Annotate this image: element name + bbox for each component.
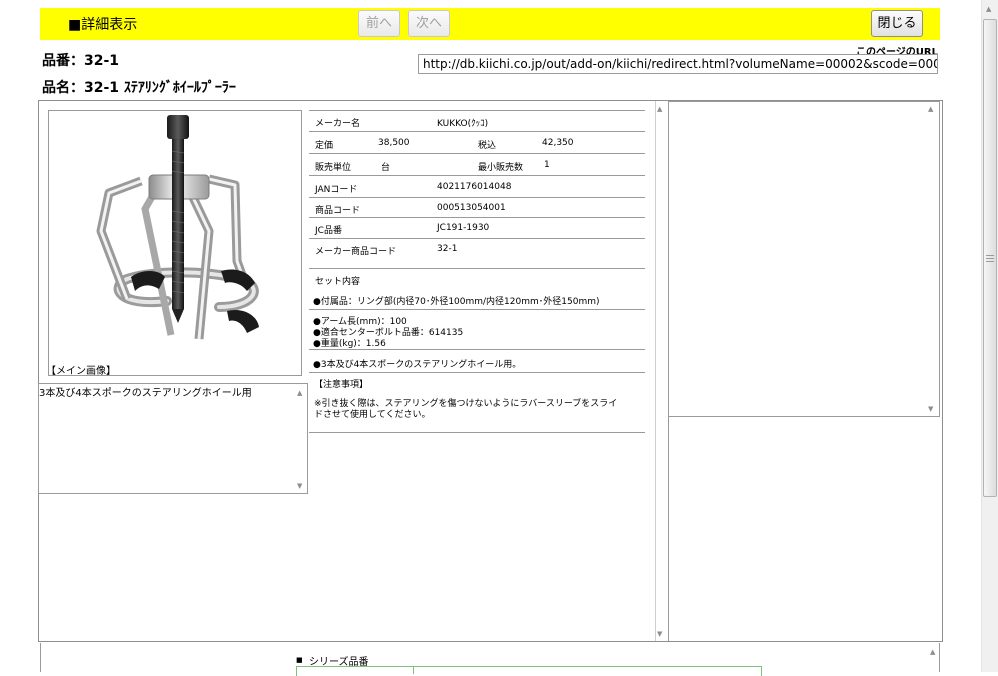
unit-value: 台: [381, 163, 391, 173]
maker-label: メーカー名: [315, 119, 361, 129]
page-title: ■詳細表示: [68, 17, 138, 33]
right-scroll-down-icon[interactable]: ▼: [928, 405, 933, 413]
item-code-value: 000513054001: [437, 203, 506, 213]
jan-value: 4021176014048: [437, 182, 512, 192]
notes-label: 【注意事項】: [314, 380, 369, 390]
table-rule: [309, 309, 645, 310]
set-contents-value: ●付属品：リング部(内径70･外径100mm/内径120mm･外径150mm): [313, 297, 600, 307]
table-rule: [309, 110, 645, 111]
series-table: [296, 666, 762, 676]
list-price-value: 38,500: [378, 138, 410, 148]
next-button[interactable]: 次へ: [408, 10, 450, 37]
main-image: [48, 110, 302, 376]
series-bullet-icon: ■: [296, 656, 303, 664]
set-contents-label: セット内容: [315, 277, 361, 287]
item-code-label: 商品コード: [315, 206, 361, 216]
table-rule: [309, 217, 645, 218]
right-scroll-up-icon[interactable]: ▲: [928, 105, 933, 113]
notes-line-2: ドさせて使用してください。: [314, 410, 431, 420]
desc-scroll-down-icon[interactable]: ▼: [297, 482, 302, 490]
table-rule: [309, 432, 645, 433]
unit-label: 販売単位: [315, 163, 352, 173]
spec-weight: ●重量(kg)：1.56: [313, 339, 386, 349]
table-rule: [309, 131, 645, 132]
table-rule: [309, 349, 645, 350]
page-url-field[interactable]: http://db.kiichi.co.jp/out/add-on/kiichi…: [418, 54, 938, 74]
main-image-caption: 【メイン画像】: [46, 366, 116, 377]
right-upper-pane: [668, 101, 940, 417]
desc-scroll-up-icon[interactable]: ▲: [297, 389, 302, 397]
description-text: 3本及び4本スポークのステアリングホイール用: [39, 388, 252, 399]
jan-label: JANコード: [315, 185, 358, 195]
jc-label: JC品番: [315, 226, 342, 236]
table-rule: [309, 238, 645, 239]
steering-wheel-puller-image: [96, 115, 259, 340]
min-qty-value: 1: [544, 160, 550, 170]
list-price-label: 定価: [315, 141, 334, 151]
tax-label: 税込: [478, 141, 497, 151]
right-lower-pane: [668, 417, 940, 641]
table-rule: [309, 197, 645, 198]
thumb-grip-icon: [986, 261, 994, 262]
description-textarea[interactable]: [38, 383, 308, 494]
thumb-grip-icon: [986, 255, 994, 256]
series-table-divider: [413, 666, 414, 674]
middle-scroll-down-icon[interactable]: ▼: [657, 630, 662, 638]
tax-value: 42,350: [542, 138, 574, 148]
table-rule: [309, 153, 645, 154]
maker-code-label: メーカー商品コード: [315, 247, 397, 257]
usage-text: ●3本及び4本スポークのステアリングホイール用。: [313, 360, 522, 370]
table-rule: [309, 372, 645, 373]
product-number: 品番：32-1: [42, 53, 120, 69]
middle-scroll-up-icon[interactable]: ▲: [657, 105, 662, 113]
product-name: 品名：32-1 ｽﾃｱﾘﾝｸﾞﾎｲｰﾙﾌﾟｰﾗｰ: [42, 80, 236, 96]
page-scroll-up-icon[interactable]: ▲: [986, 5, 991, 13]
min-qty-label: 最小販売数: [478, 163, 524, 173]
thumb-grip-icon: [986, 258, 994, 259]
close-button[interactable]: 閉じる: [871, 10, 923, 37]
prev-button[interactable]: 前へ: [358, 10, 400, 37]
maker-value: KUKKO(ｸｯｺ): [437, 119, 489, 129]
header-bar: [40, 8, 940, 40]
table-rule: [309, 175, 645, 176]
bottom-scroll-up-icon[interactable]: ▲: [930, 648, 935, 656]
jc-value: JC191-1930: [437, 223, 490, 233]
middle-pane-scrollbar[interactable]: [655, 101, 656, 641]
maker-code-value: 32-1: [437, 244, 458, 254]
table-rule: [309, 268, 645, 269]
